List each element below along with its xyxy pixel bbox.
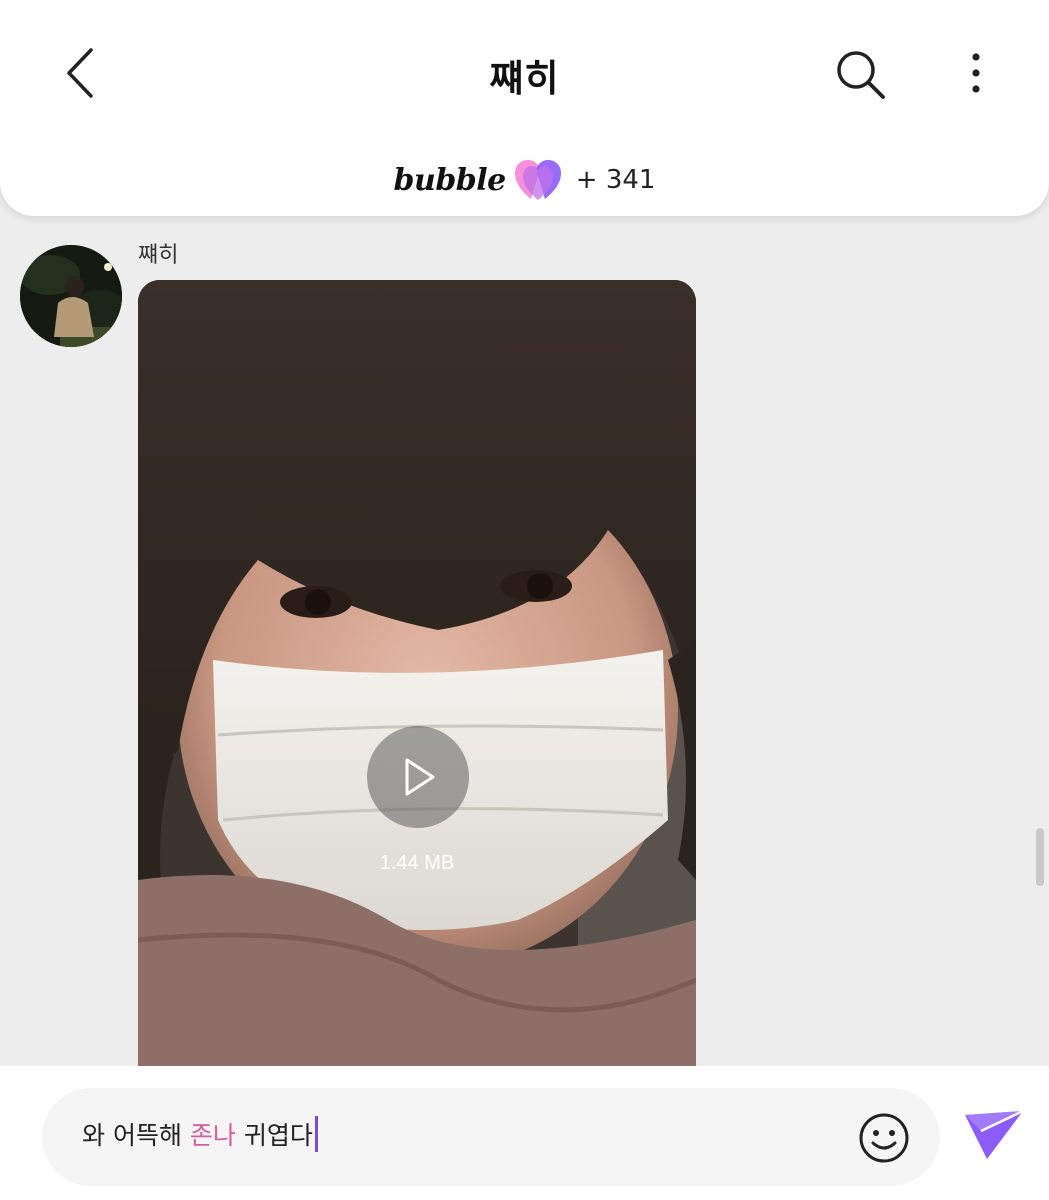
smiley-icon <box>859 1113 909 1163</box>
message-input[interactable]: 와 어뜩해 존나 귀엽다 <box>42 1088 940 1186</box>
message-composer: 와 어뜩해 존나 귀엽다 <box>0 1066 1049 1200</box>
send-icon <box>965 1109 1024 1159</box>
video-thumbnail <box>138 280 696 1080</box>
reaction-count: + 341 <box>575 165 656 195</box>
play-button[interactable] <box>367 726 469 828</box>
video-file-size: 1.44 MB <box>379 852 455 874</box>
more-vertical-icon <box>972 53 980 93</box>
play-icon <box>405 758 435 796</box>
input-text-highlight: 존나 <box>189 1121 236 1150</box>
message-input-text: 와 어뜩해 존나 귀엽다 <box>82 1116 318 1152</box>
sender-name: 쨰히 <box>138 243 179 268</box>
text-caret <box>314 1116 318 1152</box>
bubble-reaction-bar[interactable]: bubble + 341 <box>0 150 1049 210</box>
scrollbar[interactable] <box>1036 828 1044 886</box>
heart-icon <box>514 160 561 200</box>
more-options-button[interactable] <box>950 40 1002 106</box>
search-button[interactable] <box>826 40 896 110</box>
video-message[interactable]: 1.44 MB <box>138 280 696 1080</box>
avatar[interactable] <box>20 245 122 347</box>
avatar-photo <box>20 245 122 347</box>
input-text-before: 와 어뜩해 <box>82 1121 190 1150</box>
input-text-after: 귀엽다 <box>235 1121 313 1150</box>
search-icon <box>837 51 885 99</box>
send-button[interactable] <box>958 1104 1030 1164</box>
bubble-logo: bubble <box>393 162 507 198</box>
chat-header: 쨰히 bubble + 341 <box>0 0 1049 216</box>
emoji-button[interactable] <box>856 1110 912 1166</box>
